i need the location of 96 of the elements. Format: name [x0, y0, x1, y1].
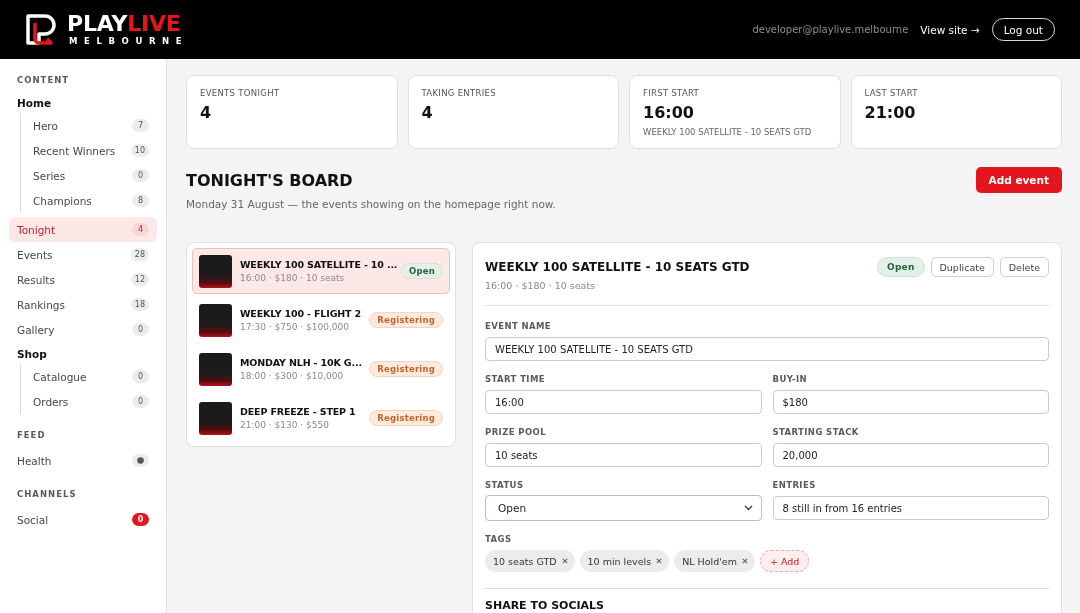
input-field[interactable]: $180: [772, 390, 1049, 414]
stat-label: LAST START: [864, 87, 918, 99]
sidebar-item[interactable]: Hero 7: [21, 113, 157, 138]
logo-icon: [24, 12, 59, 47]
count-badge: 12: [130, 273, 149, 286]
event-title: WEEKLY 100 - FLIGHT 2: [240, 307, 362, 320]
sidebar-section-heading: CHANNELS: [16, 488, 78, 501]
count-badge: 0: [132, 323, 149, 336]
stat-value: 4: [421, 103, 433, 123]
sidebar-section-heading: FEED: [16, 429, 47, 442]
field-label: STATUS: [485, 479, 525, 491]
stat-value: 4: [200, 103, 212, 123]
sidebar-item[interactable]: Events 28: [9, 242, 157, 267]
sidebar-item[interactable]: Rankings 18: [9, 292, 157, 317]
event-detail-meta: 16:00 · $180 · 10 seats: [485, 279, 597, 292]
poster-thumbnail: [199, 401, 232, 435]
event-meta: 18:00 · $300 · $10,000: [240, 370, 344, 382]
field-label: BUY-IN: [772, 373, 808, 385]
input-field[interactable]: 8 still in from 16 entries: [772, 496, 1049, 520]
sidebar-item[interactable]: Health: [9, 448, 157, 473]
count-badge: 7: [132, 119, 149, 132]
count-badge: 0: [132, 169, 149, 182]
tag-label: 10 min levels: [587, 555, 652, 567]
sidebar-item[interactable]: Champions 8: [21, 188, 157, 213]
sidebar-item[interactable]: Orders 0: [21, 389, 157, 414]
add-tag-button[interactable]: + Add: [759, 550, 810, 572]
section-heading: SHARE TO SOCIALS: [485, 600, 606, 612]
count-badge: 18: [130, 298, 149, 311]
event-title: DEEP FREEZE - STEP 1: [240, 405, 356, 418]
logo-tagline: MELBOURNE: [69, 36, 189, 46]
sidebar-item[interactable]: Social 0: [9, 507, 157, 532]
sidebar-item[interactable]: Results 12: [9, 267, 157, 292]
action-button[interactable]: Delete: [999, 257, 1049, 277]
field-label: ENTRIES: [772, 479, 817, 491]
sidebar-item[interactable]: Series 0: [21, 163, 157, 188]
view-site-link[interactable]: View site →: [920, 23, 980, 36]
sidebar-item[interactable]: Gallery 0: [9, 317, 157, 342]
sidebar-group-label: Shop: [16, 347, 48, 362]
field-label: PRIZE POOL: [485, 426, 547, 438]
sidebar-item[interactable]: Catalogue 0: [21, 364, 157, 389]
count-badge: 8: [132, 194, 149, 207]
stat-value: 21:00: [864, 103, 916, 123]
sidebar-section-heading: CONTENT: [16, 74, 71, 87]
stat-label: EVENTS TONIGHT: [200, 87, 280, 99]
tag-label: 10 seats GTD: [493, 555, 557, 567]
event-detail-title: WEEKLY 100 SATELLITE - 10 SEATS GTD: [485, 259, 750, 276]
field-label: START TIME: [485, 373, 546, 385]
input-field[interactable]: WEEKLY 100 SATELLITE - 10 SEATS GTD: [485, 337, 1049, 361]
count-badge: 10: [130, 144, 149, 157]
status-badge: Open: [401, 263, 443, 279]
count-badge: 4: [132, 223, 149, 236]
stat-label: FIRST START: [643, 87, 700, 99]
stat-note: WEEKLY 100 SATELLITE - 10 SEATS GTD: [643, 127, 812, 138]
close-icon[interactable]: [741, 558, 748, 564]
close-icon[interactable]: [561, 558, 568, 564]
poster-thumbnail: [199, 303, 232, 337]
field-label: STARTING STACK: [772, 426, 860, 438]
input-field[interactable]: 10 seats: [485, 443, 762, 467]
event-title: MONDAY NLH - 10K G...: [240, 356, 362, 369]
sidebar-item[interactable]: Tonight 4: [9, 217, 157, 242]
board-title: TONIGHT'S BOARD: [186, 170, 353, 192]
status-badge: Registering: [369, 361, 443, 377]
action-button[interactable]: Duplicate: [930, 257, 994, 277]
field-label: TAGS: [485, 533, 513, 545]
count-badge: 0: [132, 370, 149, 383]
status-badge: Registering: [369, 410, 443, 426]
event-list-item[interactable]: WEEKLY 100 SATELLITE - 10 ... 16:00 · $180 · 10 seats Open: [192, 248, 450, 294]
alert-badge: 0: [132, 513, 149, 526]
count-badge: 0: [132, 395, 149, 408]
poster-thumbnail: [199, 254, 232, 288]
stat-value: 16:00: [643, 103, 694, 123]
count-badge: 28: [130, 248, 149, 261]
status-badge: Open: [877, 257, 925, 277]
status-select[interactable]: Open: [485, 495, 762, 521]
close-icon[interactable]: [656, 558, 663, 564]
event-meta: 21:00 · $130 · $550: [240, 419, 329, 431]
event-title: WEEKLY 100 SATELLITE - 10 ...: [240, 258, 398, 271]
add-event-button[interactable]: Add event: [975, 167, 1062, 193]
logo-wordmark: PLAYLIVE: [67, 13, 181, 35]
event-meta: 17:30 · $750 · $100,000: [240, 321, 349, 333]
stat-label: TAKING ENTRIES: [421, 87, 496, 99]
input-field[interactable]: 20,000: [772, 443, 1049, 467]
chevron-down-icon: [743, 505, 753, 511]
sidebar-group-label: Home: [16, 96, 53, 111]
event-list-item[interactable]: WEEKLY 100 - FLIGHT 2 17:30 · $750 · $100,000 Registering: [192, 297, 450, 343]
poster-thumbnail: [199, 352, 232, 386]
event-list-item[interactable]: DEEP FREEZE - STEP 1 21:00 · $130 · $550 Registering: [192, 395, 450, 441]
event-meta: 16:00 · $180 · 10 seats: [240, 272, 345, 284]
event-list-item[interactable]: MONDAY NLH - 10K G... 18:00 · $300 · $10,000 Registering: [192, 346, 450, 392]
status-badge: Registering: [369, 312, 443, 328]
field-label: EVENT NAME: [485, 320, 553, 332]
user-email: developer@playlive.melbourne: [752, 24, 909, 35]
tag-label: NL Hold'em: [682, 555, 737, 567]
sidebar-item[interactable]: Recent Winners 10: [21, 138, 157, 163]
input-field[interactable]: 16:00: [485, 390, 762, 414]
board-subtitle: Monday 31 August — the events showing on the homepage right now.: [186, 197, 556, 211]
